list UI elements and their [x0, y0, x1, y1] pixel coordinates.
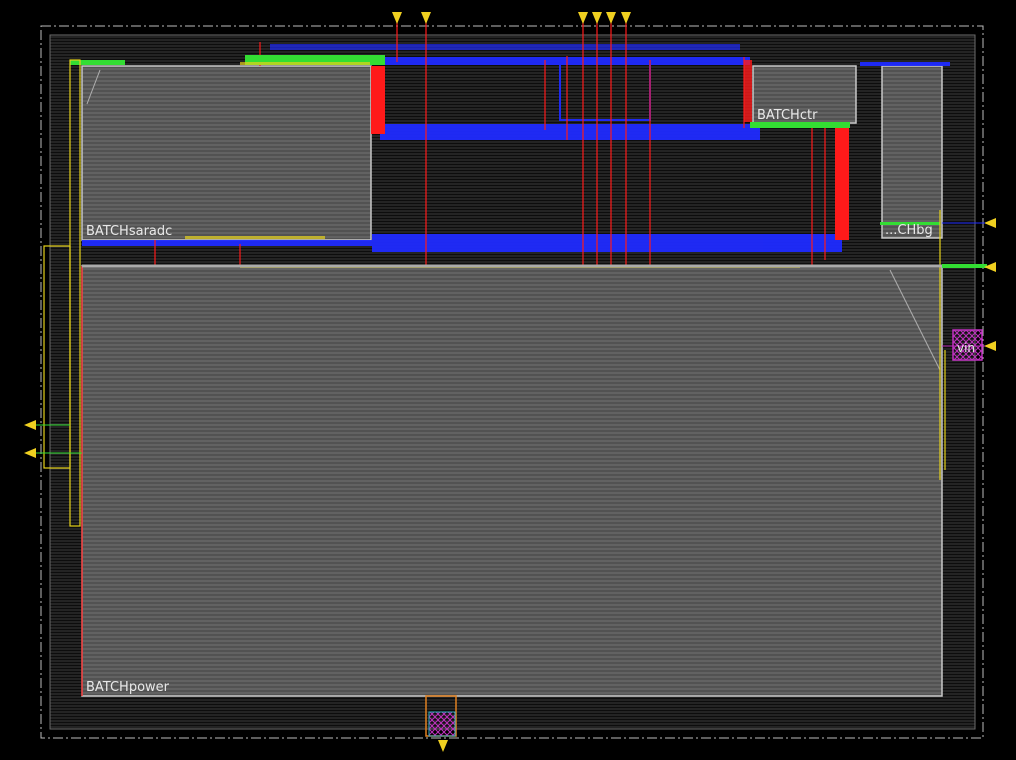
red-bundle-a	[371, 66, 385, 134]
red-bundle-b	[835, 126, 849, 240]
block-label-power: BATCHpower	[86, 680, 170, 695]
block-label-saradc: BATCHsaradc	[86, 224, 173, 239]
block-saradc[interactable]	[81, 65, 372, 241]
red-bundle-c	[744, 60, 752, 122]
layout-canvas[interactable]	[0, 0, 1016, 760]
block-label-bg: ...CHbg	[885, 223, 933, 238]
block-label-ctr: BATCHctr	[757, 108, 818, 123]
block-power[interactable]	[81, 265, 943, 697]
block-bg[interactable]	[881, 65, 943, 239]
bottom-pin-box-inner	[428, 711, 456, 737]
pin-label-vin: vin	[957, 341, 976, 355]
